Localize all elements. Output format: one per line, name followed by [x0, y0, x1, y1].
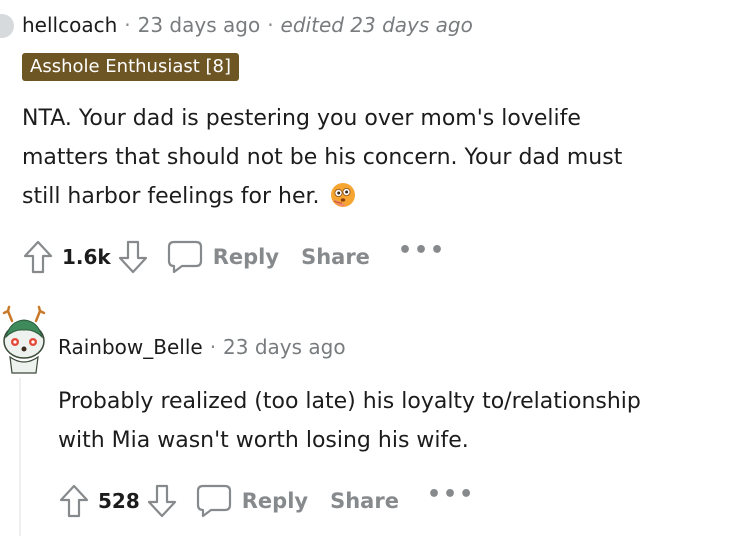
- comment-line: NTA. Your dad is pestering you over mom'…: [22, 106, 581, 131]
- comment-author[interactable]: Rainbow_Belle: [58, 335, 203, 359]
- downvote-arrow-icon: [147, 484, 176, 518]
- reply-label: Reply: [241, 489, 309, 513]
- comment-meta: hellcoach · 23 days ago · edited 23 days…: [22, 13, 473, 37]
- reply-label: Reply: [212, 245, 280, 269]
- separator-dot: ·: [124, 13, 131, 37]
- comment-bubble-icon: [194, 481, 234, 521]
- comment-author[interactable]: hellcoach: [22, 13, 117, 37]
- comment-line: matters that should not be his concern. …: [22, 145, 623, 170]
- comment-line: with Mia wasn't worth losing his wife.: [58, 428, 469, 453]
- thread-line[interactable]: [19, 378, 21, 536]
- comment-line: Probably realized (too late) his loyalty…: [58, 389, 641, 414]
- upvote-button[interactable]: [20, 237, 56, 277]
- comment-timestamp[interactable]: 23 days ago: [223, 335, 346, 359]
- upvote-arrow-icon: [59, 484, 89, 518]
- downvote-arrow-icon: [118, 240, 147, 274]
- flushed-face-emoji-icon: [330, 183, 355, 207]
- vote-score: 528: [98, 489, 140, 513]
- upvote-arrow-icon: [23, 240, 53, 274]
- reply-button[interactable]: Reply: [165, 237, 279, 277]
- user-flair: Asshole Enthusiast [8]: [22, 53, 240, 81]
- comment-bubble-icon: [165, 237, 205, 277]
- avatar[interactable]: [0, 14, 14, 38]
- reindeer-snoo-avatar-icon: [2, 305, 46, 374]
- edited-label: edited 23 days ago: [280, 13, 473, 37]
- comment-body: NTA. Your dad is pestering you over mom'…: [22, 99, 722, 216]
- separator-dot: ·: [267, 13, 274, 37]
- separator-dot: ·: [209, 335, 217, 359]
- downvote-button[interactable]: [115, 237, 151, 277]
- reply-button[interactable]: Reply: [194, 481, 308, 521]
- comment-actions: 1.6k Reply Share •••: [20, 237, 446, 277]
- comment-timestamp[interactable]: 23 days ago: [138, 13, 261, 37]
- share-button[interactable]: Share: [330, 489, 399, 513]
- downvote-button[interactable]: [144, 481, 180, 521]
- more-options-button[interactable]: •••: [427, 484, 475, 506]
- comment-line: still harbor feelings for her.: [22, 177, 722, 216]
- more-options-button[interactable]: •••: [398, 240, 446, 262]
- vote-score: 1.6k: [62, 245, 111, 269]
- share-button[interactable]: Share: [301, 245, 370, 269]
- upvote-button[interactable]: [56, 481, 92, 521]
- comment-actions: 528 Reply Share •••: [56, 481, 475, 521]
- avatar[interactable]: [0, 305, 48, 375]
- comment-meta: Rainbow_Belle · 23 days ago: [58, 335, 346, 359]
- comment-body: Probably realized (too late) his loyalty…: [58, 382, 728, 460]
